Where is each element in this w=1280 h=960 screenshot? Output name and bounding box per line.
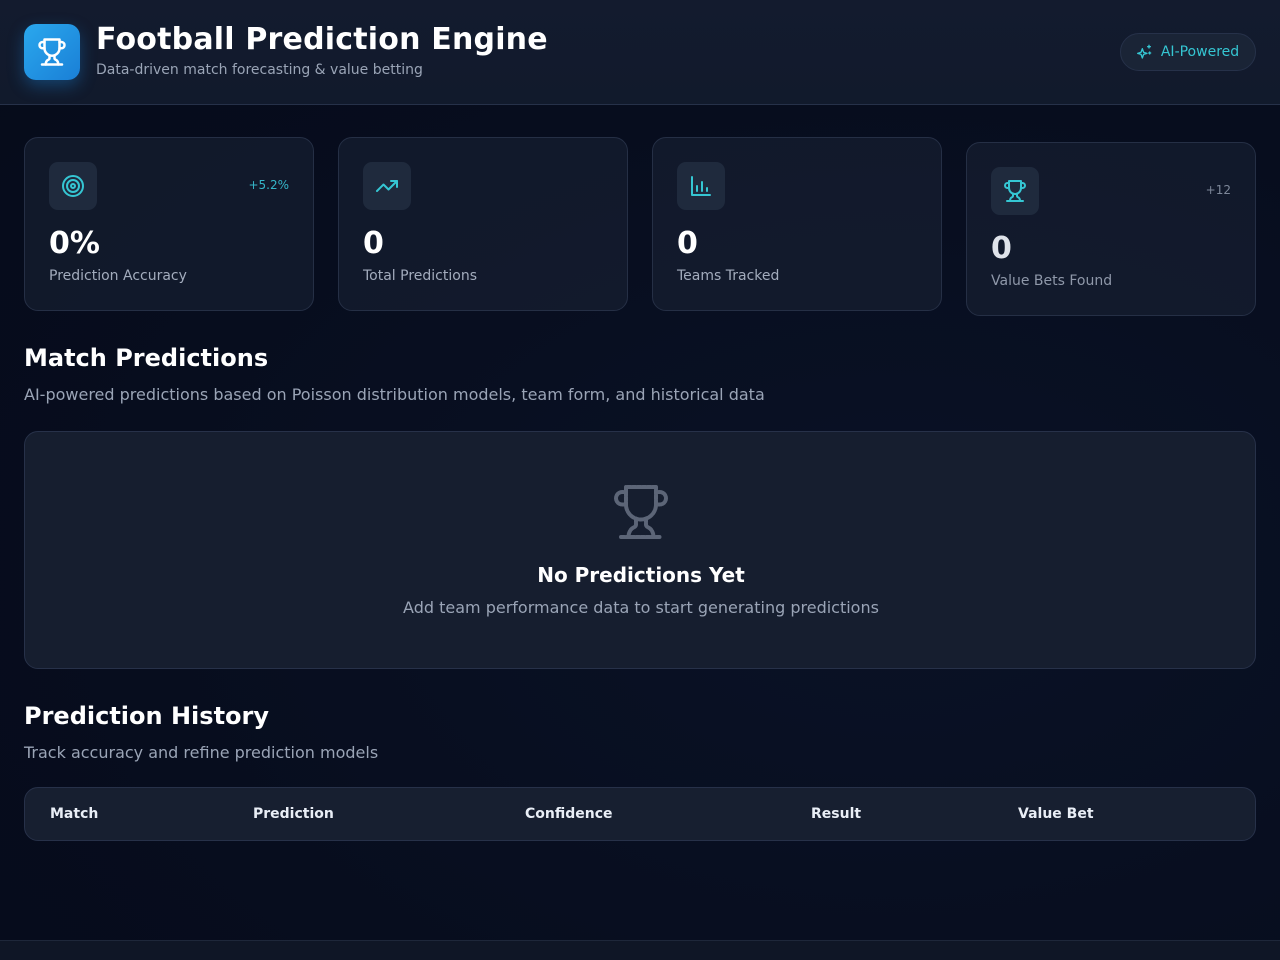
sparkles-icon bbox=[1136, 44, 1152, 59]
empty-state-title: No Predictions Yet bbox=[537, 563, 745, 587]
ai-powered-badge[interactable]: AI-Powered bbox=[1120, 33, 1256, 71]
stat-delta: +5.2% bbox=[248, 178, 289, 192]
trophy-icon bbox=[614, 485, 668, 539]
page-footer bbox=[0, 940, 1280, 960]
stat-label: Teams Tracked bbox=[677, 268, 780, 284]
stat-label: Total Predictions bbox=[363, 268, 477, 284]
match-predictions-subtitle: AI-powered predictions based on Poisson … bbox=[24, 385, 765, 404]
prediction-history-title: Prediction History bbox=[24, 702, 270, 730]
stat-value: 0 bbox=[991, 231, 1012, 266]
stat-card-value-bets: +12 0 Value Bets Found bbox=[966, 142, 1256, 316]
predictions-empty-state: No Predictions Yet Add team performance … bbox=[24, 431, 1256, 669]
stat-delta: +12 bbox=[1205, 183, 1231, 197]
target-icon bbox=[62, 175, 84, 197]
column-header-value-bet[interactable]: Value Bet bbox=[1018, 806, 1094, 822]
column-header-result[interactable]: Result bbox=[811, 806, 861, 822]
stat-value: 0% bbox=[49, 226, 100, 261]
trending-up-icon bbox=[376, 180, 398, 192]
trophy-icon bbox=[38, 38, 66, 66]
stat-icon-box bbox=[363, 162, 411, 210]
stat-icon-box bbox=[49, 162, 97, 210]
column-header-match[interactable]: Match bbox=[50, 806, 98, 822]
prediction-history-subtitle: Track accuracy and refine prediction mod… bbox=[24, 743, 379, 762]
stat-icon-box bbox=[677, 162, 725, 210]
stat-card-teams-tracked: 0 Teams Tracked bbox=[652, 137, 942, 311]
stat-value: 0 bbox=[363, 226, 384, 261]
column-header-prediction[interactable]: Prediction bbox=[253, 806, 334, 822]
prediction-history-table: Match Prediction Confidence Result Value… bbox=[24, 787, 1256, 841]
match-predictions-title: Match Predictions bbox=[24, 344, 269, 372]
stat-label: Value Bets Found bbox=[991, 273, 1113, 289]
app-title: Football Prediction Engine bbox=[96, 22, 548, 57]
column-header-confidence[interactable]: Confidence bbox=[525, 806, 613, 822]
stat-card-total-predictions: 0 Total Predictions bbox=[338, 137, 628, 311]
app-logo bbox=[24, 24, 80, 80]
empty-state-subtitle: Add team performance data to start gener… bbox=[403, 598, 879, 617]
trophy-icon bbox=[1004, 180, 1026, 202]
bar-chart-icon bbox=[691, 176, 711, 196]
app-header: Football Prediction Engine Data-driven m… bbox=[0, 0, 1280, 105]
ai-badge-label: AI-Powered bbox=[1160, 44, 1240, 60]
stat-label: Prediction Accuracy bbox=[49, 268, 187, 284]
app-subtitle: Data-driven match forecasting & value be… bbox=[96, 62, 423, 78]
stat-value: 0 bbox=[677, 226, 698, 261]
stat-card-accuracy: +5.2% 0% Prediction Accuracy bbox=[24, 137, 314, 311]
stat-icon-box bbox=[991, 167, 1039, 215]
